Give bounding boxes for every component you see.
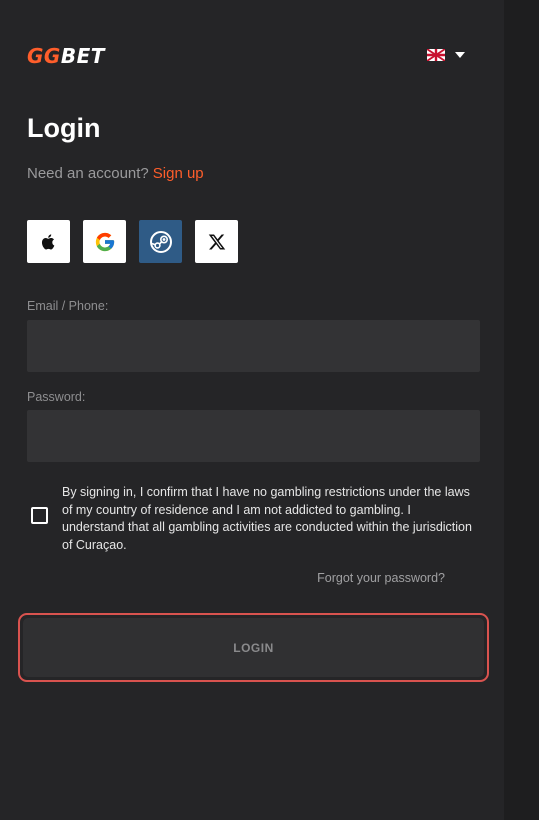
apple-icon	[41, 233, 54, 249]
steam-login-button[interactable]	[139, 220, 182, 263]
logo-gg: GG	[27, 44, 61, 68]
email-label: Email / Phone:	[27, 299, 109, 313]
uk-flag-icon	[427, 49, 445, 61]
x-icon	[208, 234, 225, 249]
ggbet-logo[interactable]: GGBET	[27, 44, 105, 68]
password-label: Password:	[27, 390, 86, 404]
caret-down-icon	[455, 52, 465, 58]
x-login-button[interactable]	[195, 220, 238, 263]
email-phone-input[interactable]	[27, 320, 480, 372]
steam-icon	[149, 230, 172, 253]
need-account-label: Need an account?	[27, 165, 149, 182]
page-title: Login	[27, 113, 101, 143]
language-selector[interactable]	[427, 49, 465, 61]
login-button[interactable]: LOGIN	[23, 618, 484, 677]
terms-text: By signing in, I confirm that I have no …	[62, 485, 472, 552]
terms-checkbox[interactable]	[31, 507, 48, 524]
need-account-text: Need an account? Sign up	[27, 165, 204, 182]
forgot-password-link[interactable]: Forgot your password?	[317, 571, 445, 585]
google-icon	[95, 232, 114, 251]
google-login-button[interactable]	[83, 220, 126, 263]
login-panel: GGBET Login Need an account? Sign up Ema…	[0, 0, 504, 820]
password-input[interactable]	[27, 410, 480, 462]
logo-bet: BET	[60, 44, 105, 68]
signup-link[interactable]: Sign up	[153, 165, 204, 182]
apple-login-button[interactable]	[27, 220, 70, 263]
